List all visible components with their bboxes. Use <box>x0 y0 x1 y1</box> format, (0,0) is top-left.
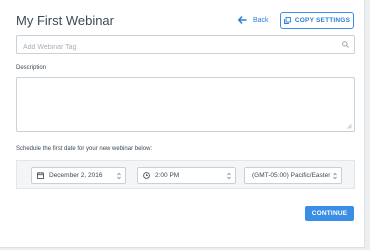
back-label: Back <box>253 16 269 24</box>
chevron-updown-icon <box>227 172 231 180</box>
time-value: 2:00 PM <box>155 172 180 179</box>
timezone-select[interactable]: (GMT-05:00) Pacific/Easter <box>244 167 342 184</box>
date-value: December 2, 2016 <box>49 172 103 179</box>
continue-button[interactable]: CONTINUE <box>305 206 354 221</box>
continue-label: CONTINUE <box>311 210 348 217</box>
copy-icon <box>283 17 291 24</box>
page-title: My First Webinar <box>16 13 114 28</box>
search-icon[interactable] <box>342 41 349 48</box>
date-select[interactable]: December 2, 2016 <box>31 167 126 184</box>
calendar-icon <box>37 172 44 179</box>
schedule-panel: December 2, 2016 2:00 PM (GMT-05:00) Pac… <box>16 160 355 189</box>
copy-settings-button[interactable]: COPY SETTINGS <box>280 12 354 29</box>
back-link[interactable]: Back <box>238 16 269 24</box>
description-label: Description <box>16 65 47 71</box>
time-select[interactable]: 2:00 PM <box>137 167 236 184</box>
webinar-tag-field <box>16 35 355 56</box>
copy-settings-label: COPY SETTINGS <box>294 17 351 24</box>
chevron-updown-icon <box>333 172 337 180</box>
description-textarea[interactable] <box>16 77 355 132</box>
clock-icon <box>143 172 150 179</box>
chevron-updown-icon <box>117 172 121 180</box>
timezone-value: (GMT-05:00) Pacific/Easter <box>252 172 331 179</box>
webinar-tag-input[interactable] <box>17 39 323 56</box>
webinar-settings-card: My First Webinar Back COPY SETTINGS Desc… <box>0 0 365 248</box>
arrow-left-icon <box>238 16 247 24</box>
schedule-label: Schedule the first date for your new web… <box>16 146 153 152</box>
resize-grip-icon[interactable] <box>347 124 352 129</box>
